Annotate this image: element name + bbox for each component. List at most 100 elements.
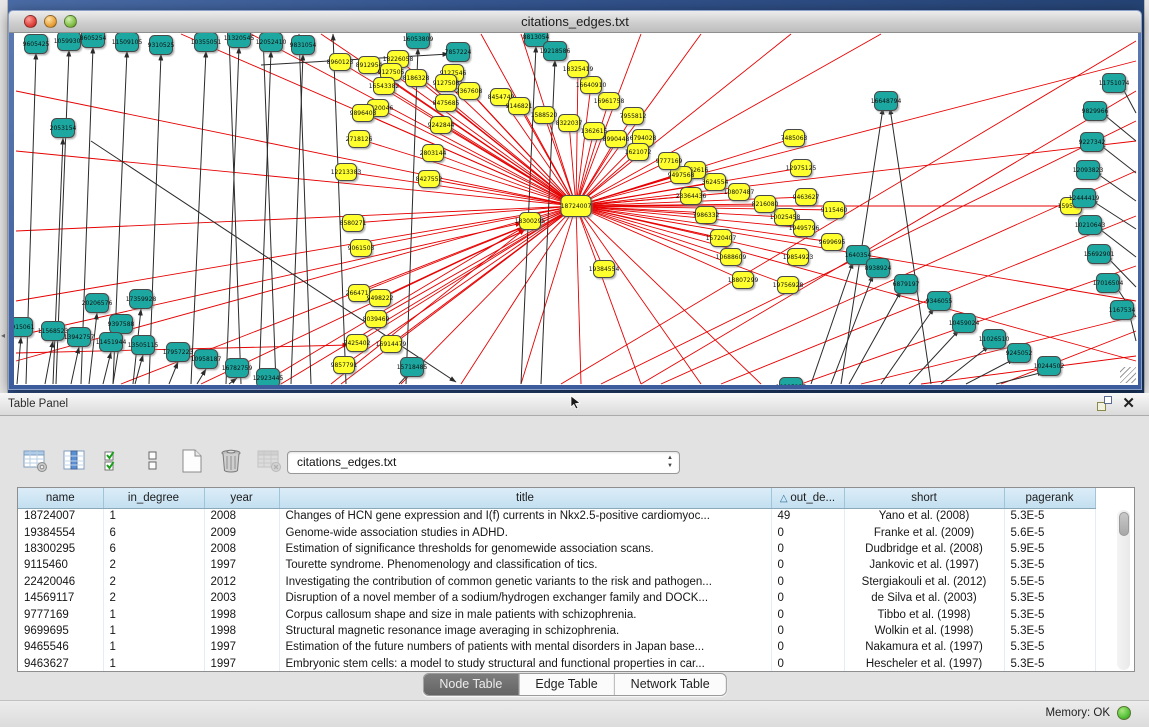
network-node[interactable]: 8960123 [327, 54, 354, 71]
network-node[interactable]: 20206576 [82, 294, 113, 313]
table-cell[interactable]: Franke et al. (2009) [844, 524, 1004, 540]
table-cell[interactable]: 6 [103, 524, 204, 540]
tab-node-table[interactable]: Node Table [423, 674, 519, 695]
table-cell[interactable]: Corpus callosum shape and size in male p… [279, 606, 771, 622]
network-node[interactable]: 3624554 [702, 174, 729, 191]
network-node[interactable]: 11320545 [224, 33, 255, 48]
table-cell[interactable]: Changes of HCN gene expression and I(f) … [279, 508, 771, 524]
network-node[interactable]: 8039469 [363, 311, 390, 328]
table-cell[interactable]: 5.5E-5 [1004, 574, 1095, 590]
network-node[interactable]: 3915061 [14, 318, 35, 337]
network-node[interactable]: 7986332 [693, 207, 720, 224]
network-node[interactable]: 7857224 [445, 43, 472, 62]
network-node[interactable]: 9245052 [1006, 344, 1033, 363]
table-cell[interactable]: Stergiakouli et al. (2012) [844, 574, 1004, 590]
table-cell[interactable]: 5.3E-5 [1004, 623, 1095, 639]
network-node[interactable]: 12052410 [256, 33, 287, 52]
table-cell[interactable]: 1 [103, 606, 204, 622]
network-node[interactable]: 9605425 [23, 35, 50, 54]
table-cell[interactable]: 22420046 [18, 574, 103, 590]
network-canvas[interactable]: 8960123891295418226058912750516543382818… [14, 33, 1138, 385]
table-cell[interactable]: 1998 [204, 623, 279, 639]
table-cell[interactable]: Hescheler et al. (1997) [844, 656, 1004, 672]
network-node[interactable]: 12975125 [786, 160, 817, 177]
table-cell[interactable]: 9463627 [18, 656, 103, 672]
network-node[interactable]: 9310525 [148, 36, 175, 55]
column-header-short[interactable]: short [844, 488, 1004, 508]
network-node[interactable]: 9777169 [656, 153, 683, 170]
table-cell[interactable]: Genome-wide association studies in ADHD. [279, 524, 771, 540]
table-row[interactable]: 946554611997Estimation of the future num… [18, 639, 1095, 655]
table-cell[interactable]: Wolkin et al. (1998) [844, 623, 1004, 639]
table-cell[interactable]: 0 [771, 606, 844, 622]
network-node[interactable]: 12093823 [1073, 161, 1104, 180]
table-cell[interactable]: Yano et al. (2008) [844, 508, 1004, 524]
network-node[interactable]: 8938924 [865, 259, 892, 278]
network-node[interactable]: 17016504 [1093, 274, 1124, 293]
table-cell[interactable]: 1998 [204, 606, 279, 622]
network-node[interactable]: 9896403 [350, 105, 377, 122]
table-cell[interactable]: 0 [771, 574, 844, 590]
network-node[interactable]: 10244502 [1034, 357, 1065, 376]
network-node[interactable]: 9463627 [793, 189, 820, 206]
tab-edge-table[interactable]: Edge Table [519, 674, 614, 695]
network-node[interactable]: 2053154 [50, 119, 77, 138]
table-cell[interactable]: 14569117 [18, 590, 103, 606]
network-node[interactable]: 9857791 [331, 357, 358, 374]
table-cell[interactable]: Tibbo et al. (1998) [844, 606, 1004, 622]
table-row[interactable]: 911546021997Tourette syndrome. Phenomeno… [18, 557, 1095, 573]
table-cell[interactable]: 9115460 [18, 557, 103, 573]
table-cell[interactable]: 5.3E-5 [1004, 606, 1095, 622]
table-cell[interactable]: 0 [771, 623, 844, 639]
table-cell[interactable]: Disruption of a novel member of a sodium… [279, 590, 771, 606]
table-cell[interactable]: Estimation of significance thresholds fo… [279, 541, 771, 557]
memory-ok-icon[interactable] [1117, 706, 1131, 720]
network-node[interactable]: 13505115 [128, 336, 159, 355]
table-cell[interactable]: 2003 [204, 590, 279, 606]
table-cell[interactable]: 1 [103, 508, 204, 524]
table-cell[interactable]: Nakamura et al. (1997) [844, 639, 1004, 655]
table-options-button[interactable] [22, 447, 50, 475]
table-cell[interactable]: 2012 [204, 574, 279, 590]
network-node[interactable]: 9699695 [819, 234, 846, 251]
table-row[interactable]: 1872400712008Changes of HCN gene express… [18, 508, 1095, 524]
network-node[interactable]: 10805235 [776, 378, 807, 386]
table-cell[interactable]: 5.6E-5 [1004, 524, 1095, 540]
table-cell[interactable]: Tourette syndrome. Phenomenology and cla… [279, 557, 771, 573]
window-titlebar[interactable]: citations_edges.txt [9, 11, 1141, 33]
column-header-in-degree[interactable]: in_degree [103, 488, 204, 508]
delete-column-button[interactable] [217, 447, 245, 475]
network-node[interactable]: 10958187 [191, 350, 222, 369]
network-node[interactable]: 18724007 [561, 196, 592, 217]
network-node[interactable]: 9242844 [428, 117, 455, 134]
network-node[interactable]: 11751074 [1099, 74, 1130, 93]
network-node[interactable]: 8427552 [416, 171, 443, 188]
table-cell[interactable]: 0 [771, 524, 844, 540]
table-cell[interactable]: 1997 [204, 656, 279, 672]
network-node[interactable]: 9061503 [348, 240, 375, 257]
table-cell[interactable]: 9699695 [18, 623, 103, 639]
table-cell[interactable]: 1 [103, 623, 204, 639]
network-node[interactable]: 9227342 [1079, 133, 1106, 152]
table-row[interactable]: 1938455462009Genome-wide association stu… [18, 524, 1095, 540]
collapse-arrow-icon[interactable]: ◂ [1, 331, 5, 340]
table-cell[interactable]: Jankovic et al. (1997) [844, 557, 1004, 573]
table-cell[interactable]: Embryonic stem cells: a model to study s… [279, 656, 771, 672]
network-node[interactable]: 16053809 [403, 33, 434, 49]
network-node[interactable]: 11451944 [96, 333, 127, 352]
network-node[interactable]: 9498222 [367, 290, 394, 307]
table-cell[interactable]: 0 [771, 590, 844, 606]
table-cell[interactable]: 0 [771, 639, 844, 655]
network-node[interactable]: 8475685 [433, 95, 460, 112]
table-cell[interactable]: 5.3E-5 [1004, 656, 1095, 672]
table-row[interactable]: 1456911722003Disruption of a novel membe… [18, 590, 1095, 606]
network-node[interactable]: 9146821 [506, 98, 533, 115]
column-header-year[interactable]: year [204, 488, 279, 508]
table-cell[interactable]: Investigating the contribution of common… [279, 574, 771, 590]
network-node[interactable]: 17359928 [126, 290, 157, 309]
table-cell[interactable]: 9465546 [18, 639, 103, 655]
table-scrollbar-thumb[interactable] [1119, 512, 1129, 536]
table-cell[interactable]: 2 [103, 574, 204, 590]
network-node[interactable]: 19854923 [783, 249, 814, 266]
table-cell[interactable]: 2008 [204, 541, 279, 557]
